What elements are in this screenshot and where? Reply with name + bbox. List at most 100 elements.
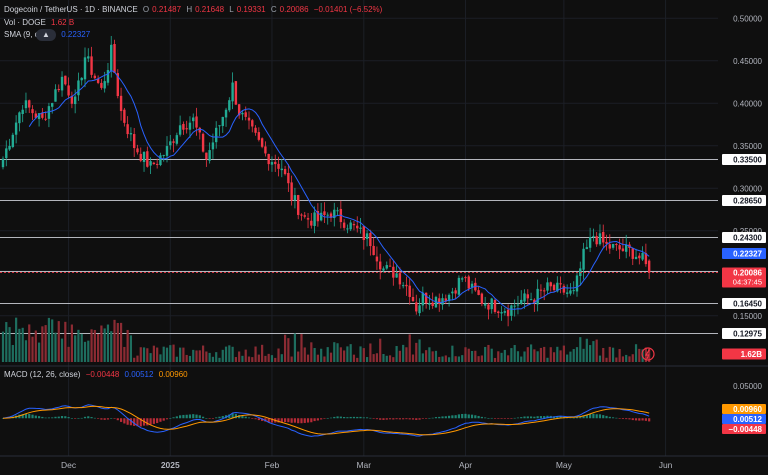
candle-body — [241, 112, 244, 115]
macd-label[interactable]: MACD (12, 26, close) — [4, 370, 80, 379]
volume-bar — [346, 346, 349, 362]
candle-body — [421, 292, 425, 306]
time-axis-label: Apr — [459, 460, 472, 470]
volume-bar — [169, 345, 172, 362]
macd-histogram-bar — [257, 418, 260, 421]
volume-bar — [74, 335, 77, 362]
macd-badge: 0.00512 — [733, 415, 762, 424]
volume-bar — [365, 357, 369, 362]
macd-histogram-bar — [447, 415, 451, 419]
volume-bar — [310, 342, 313, 362]
volume-bar — [411, 354, 415, 362]
candle-body — [136, 148, 139, 153]
macd-legend[interactable]: MACD (12, 26, close) −0.00448 0.00512 0.… — [4, 369, 191, 380]
volume-bar — [218, 357, 221, 362]
volume-bar — [126, 329, 129, 362]
volume-bar — [129, 335, 133, 362]
macd-histogram-bar — [241, 415, 244, 419]
volume-bar — [556, 346, 559, 362]
candle-body — [362, 226, 365, 241]
candle-body — [146, 151, 149, 167]
candle-body — [342, 222, 346, 228]
candle-body — [257, 132, 261, 140]
volume-bar — [356, 357, 359, 362]
macd-histogram-bar — [218, 416, 221, 419]
volume-bar — [621, 356, 625, 362]
volume-bar — [447, 357, 451, 362]
volume-bar — [425, 350, 428, 362]
macd-histogram-bar — [162, 418, 165, 421]
low-label: L — [229, 5, 234, 14]
candle-body — [454, 290, 457, 294]
time-axis-label: Jun — [659, 460, 673, 470]
macd-histogram-bar — [51, 417, 54, 419]
volume-bar — [388, 355, 392, 362]
time-axis-label: May — [556, 460, 573, 470]
volume-bar — [438, 356, 441, 362]
macd-histogram-bar — [283, 418, 287, 423]
volume-legend[interactable]: Vol · DOGE 1.62 B — [4, 17, 77, 28]
candle-body — [356, 225, 359, 229]
volume-bar — [634, 344, 638, 362]
candle-body — [464, 277, 467, 279]
volume-bar — [520, 356, 523, 362]
macd-histogram-bar — [297, 418, 300, 424]
macd-histogram-bar — [411, 418, 415, 420]
volume-bar — [320, 348, 323, 362]
macd-histogram-bar — [313, 418, 316, 422]
candle-body — [326, 214, 329, 216]
volume-bar — [415, 342, 418, 362]
candle-body — [424, 292, 428, 304]
candle-body — [87, 56, 90, 59]
candle-body — [503, 311, 507, 313]
candle-body — [585, 247, 589, 250]
collapse-legend-button[interactable]: ▲ — [36, 29, 56, 41]
candle-body — [405, 284, 408, 287]
candle-body — [251, 120, 254, 127]
macd-histogram-bar — [343, 416, 346, 419]
volume-bar — [97, 333, 100, 362]
volume-bar — [257, 354, 260, 362]
volume-bar — [618, 349, 621, 362]
volume-bar — [192, 349, 195, 362]
price-tick-label: 0.15000 — [733, 312, 762, 321]
macd-histogram-bar — [244, 416, 247, 419]
candle-body — [159, 155, 162, 166]
volume-bar — [572, 349, 575, 362]
macd-histogram-bar — [310, 418, 313, 423]
candle-body — [529, 299, 533, 301]
volume-bar — [539, 347, 543, 362]
volume-bar — [497, 351, 500, 362]
volume-bar — [454, 356, 457, 362]
candle-body — [211, 142, 215, 150]
price-chart[interactable]: 0.500000.450000.400000.350000.300000.250… — [0, 0, 768, 475]
volume-bar — [605, 357, 608, 362]
macd-histogram-bar — [451, 415, 454, 419]
volume-bar — [589, 345, 592, 362]
macd-histogram-bar — [526, 416, 529, 419]
volume-label[interactable]: Vol · DOGE — [4, 18, 46, 27]
macd-histogram-bar — [536, 416, 539, 419]
macd-histogram-bar — [572, 417, 575, 419]
macd-histogram-bar — [182, 414, 185, 419]
candle-body — [64, 75, 67, 85]
candle-body — [536, 288, 539, 305]
volume-bar — [349, 344, 352, 362]
volume-bar — [526, 347, 529, 362]
volume-bar — [306, 354, 310, 362]
candle-body — [441, 298, 444, 305]
symbol-legend[interactable]: Dogecoin / TetherUS · 1D · BINANCE O 0.21… — [4, 4, 385, 15]
macd-histogram-bar — [408, 418, 411, 420]
macd-histogram-bar — [421, 418, 424, 419]
volume-bar — [326, 347, 329, 362]
macd-histogram-bar — [70, 418, 73, 419]
volume-bar — [64, 321, 67, 362]
volume-bar — [198, 350, 201, 362]
volume-bar — [11, 345, 14, 362]
volume-bar — [575, 347, 579, 362]
macd-histogram-bar — [80, 417, 83, 419]
symbol-title[interactable]: Dogecoin / TetherUS · 1D · BINANCE — [4, 5, 138, 14]
candle-body — [582, 248, 585, 270]
volume-bar — [100, 325, 103, 362]
candle-body — [572, 290, 575, 292]
